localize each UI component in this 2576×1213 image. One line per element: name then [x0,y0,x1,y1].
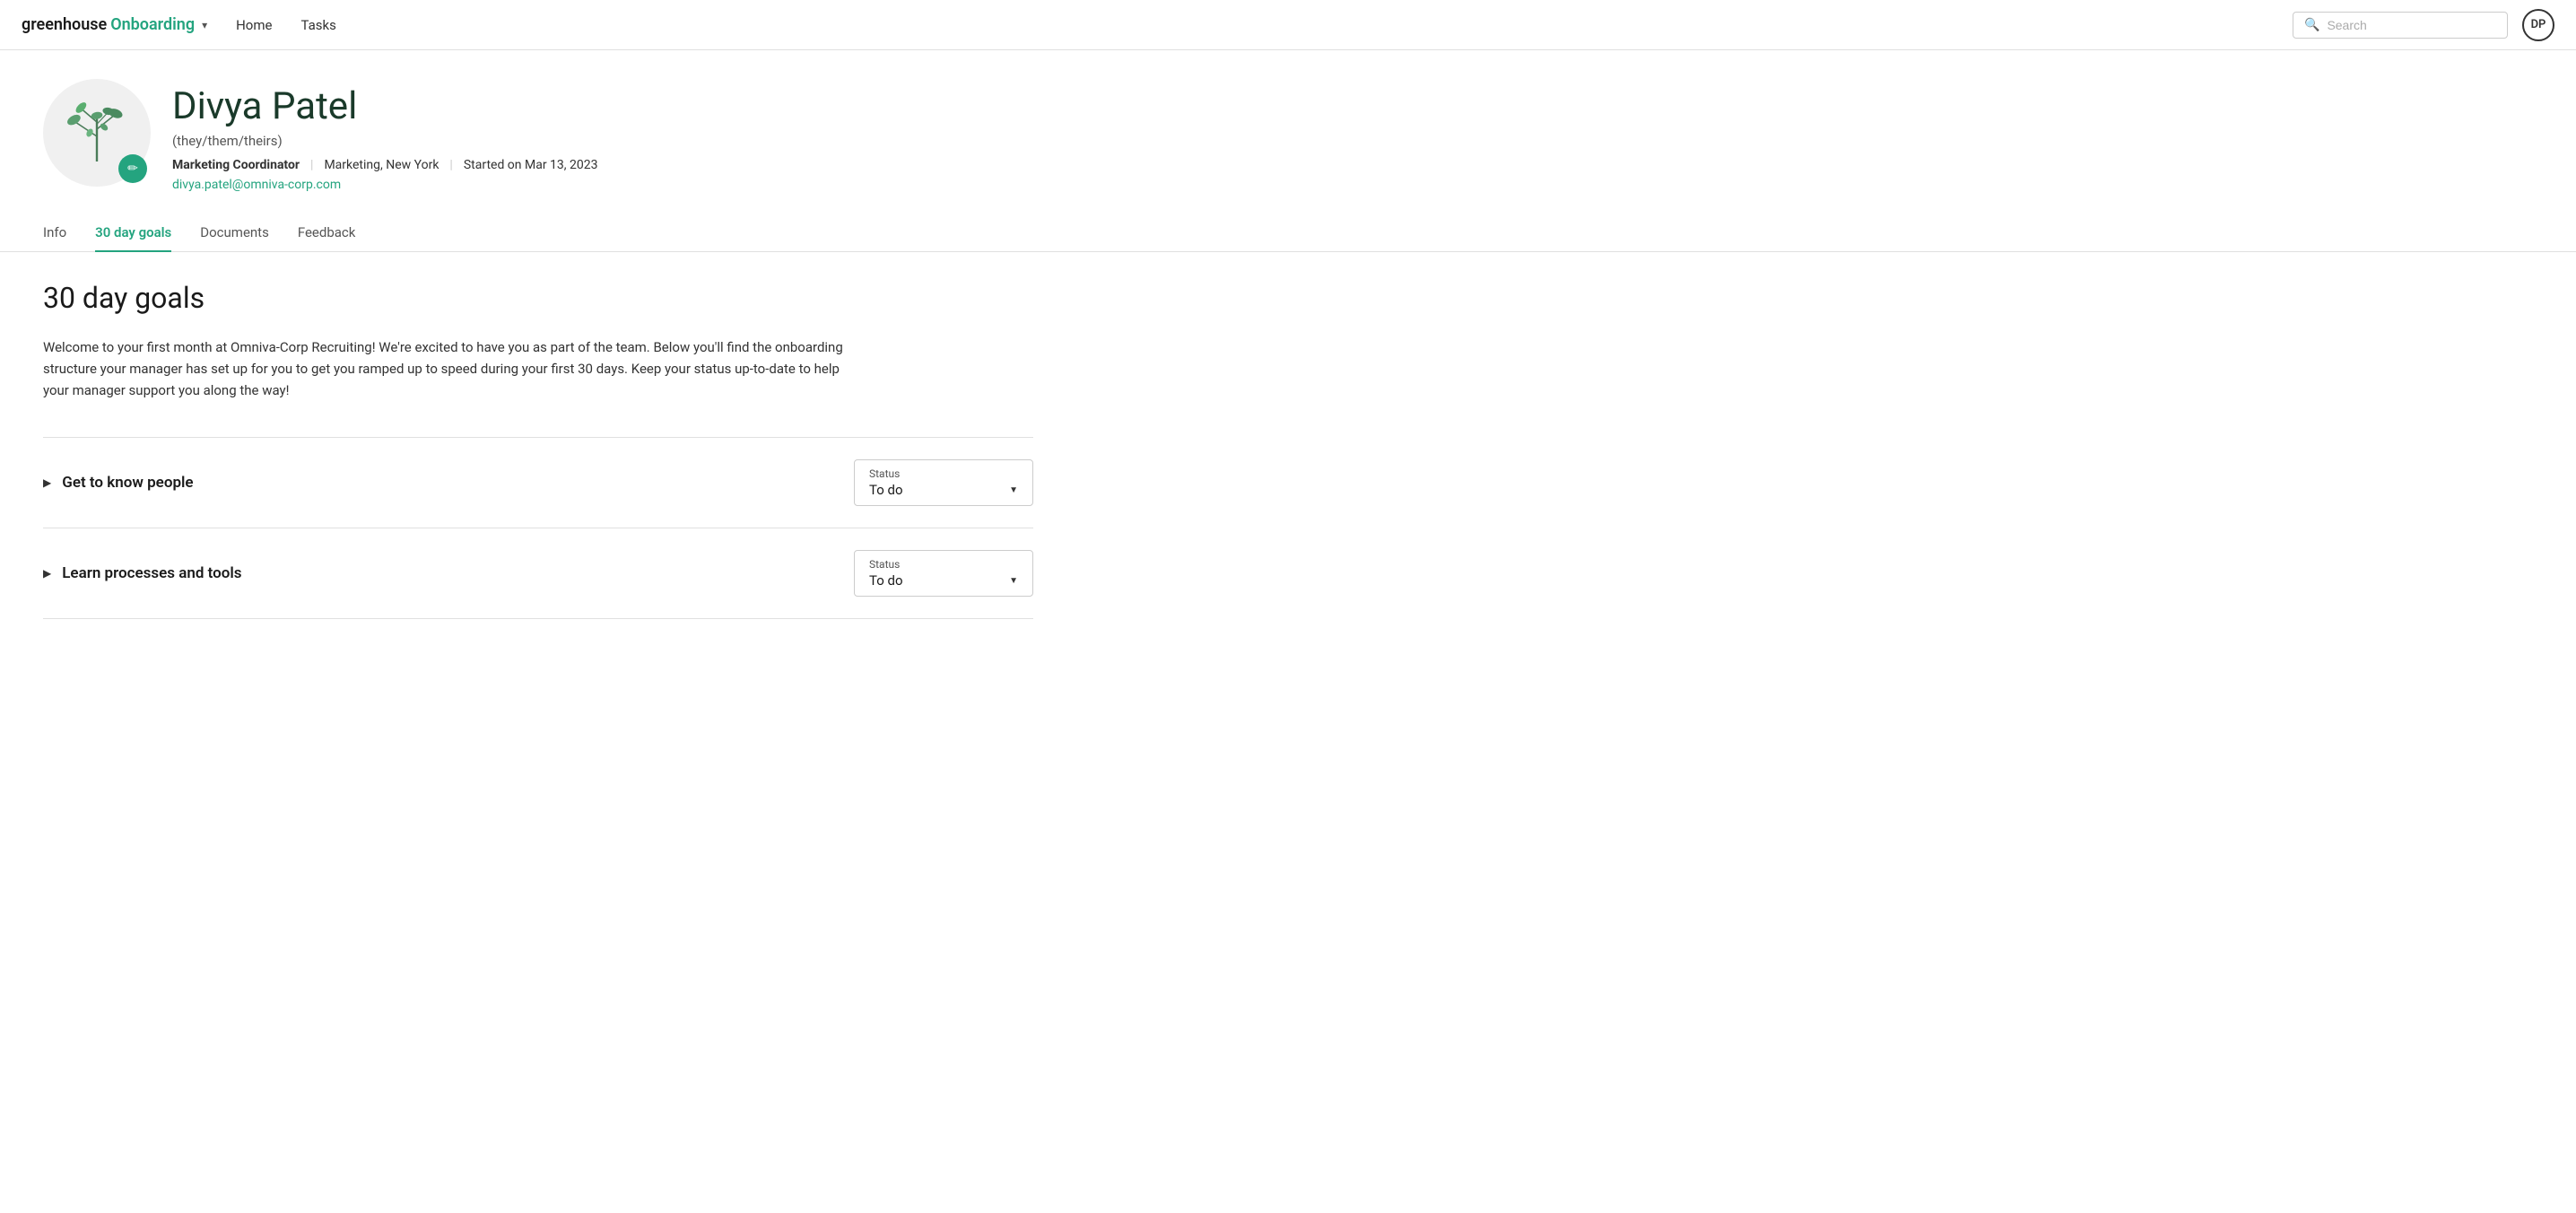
status-value-row-2: To do ▼ [869,572,1018,589]
profile-email[interactable]: divya.patel@omniva-corp.com [172,178,598,192]
nav-tasks[interactable]: Tasks [300,17,335,33]
status-dropdown-1[interactable]: Status To do ▼ [854,459,1033,506]
status-value-row-1: To do ▼ [869,482,1018,498]
status-label-2: Status [869,558,1018,571]
profile-start-date: Started on Mar 13, 2023 [464,158,598,172]
nav-links: Home Tasks [236,17,336,33]
bottom-divider [43,618,1033,619]
tab-feedback[interactable]: Feedback [298,214,356,251]
status-chevron-icon-1: ▼ [1009,485,1018,495]
brand-chevron-icon: ▾ [202,19,207,31]
status-value-1: To do [869,482,903,498]
goal-arrow-icon-1: ▶ [43,476,51,489]
section-description: Welcome to your first month at Omniva-Co… [43,336,850,401]
goal-expand-button-2[interactable]: ▶ Learn processes and tools [43,564,242,582]
profile-meta: Marketing Coordinator | Marketing, New Y… [172,158,598,172]
profile-header: ✏ Divya Patel (they/them/theirs) Marketi… [0,50,2576,214]
profile-department: Marketing, New York [324,158,439,172]
goal-row-1: ▶ Get to know people Status To do ▼ [43,459,1033,506]
goal-expand-button-1[interactable]: ▶ Get to know people [43,474,194,492]
profile-tabs: Info 30 day goals Documents Feedback [0,214,2576,252]
goal-label-2: Learn processes and tools [62,564,241,582]
profile-name: Divya Patel [172,86,598,127]
tab-30-day-goals[interactable]: 30 day goals [95,214,171,251]
profile-pronouns: (they/them/theirs) [172,133,598,149]
search-bar[interactable]: 🔍 [2293,12,2508,39]
nav-home[interactable]: Home [236,17,272,33]
brand-onboarding: Onboarding [110,15,195,34]
brand-greenhouse: greenhouse [22,15,107,34]
section-title: 30 day goals [43,281,1033,315]
tab-documents[interactable]: Documents [200,214,269,251]
profile-title: Marketing Coordinator [172,158,300,172]
goal-row-2: ▶ Learn processes and tools Status To do… [43,550,1033,597]
navbar: greenhouse Onboarding ▾ Home Tasks 🔍 DP [0,0,2576,50]
status-value-2: To do [869,572,903,589]
tab-info[interactable]: Info [43,214,66,251]
status-dropdown-2[interactable]: Status To do ▼ [854,550,1033,597]
meta-divider-1: | [310,158,313,172]
meta-divider-2: | [449,158,452,172]
goal-label-1: Get to know people [62,474,193,492]
goal-item-1: ▶ Get to know people Status To do ▼ [43,437,1033,528]
goal-item-2: ▶ Learn processes and tools Status To do… [43,528,1033,618]
edit-avatar-button[interactable]: ✏ [118,154,147,183]
brand-logo[interactable]: greenhouse Onboarding ▾ [22,15,207,34]
user-avatar[interactable]: DP [2522,9,2554,41]
status-chevron-icon-2: ▼ [1009,576,1018,586]
search-icon: 🔍 [2304,18,2319,32]
avatar-container: ✏ [43,79,151,187]
pencil-icon: ✏ [127,161,138,176]
main-content: 30 day goals Welcome to your first month… [0,252,1076,648]
goal-arrow-icon-2: ▶ [43,567,51,580]
profile-info: Divya Patel (they/them/theirs) Marketing… [172,79,598,192]
status-label-1: Status [869,467,1018,480]
search-input[interactable] [2327,18,2496,32]
